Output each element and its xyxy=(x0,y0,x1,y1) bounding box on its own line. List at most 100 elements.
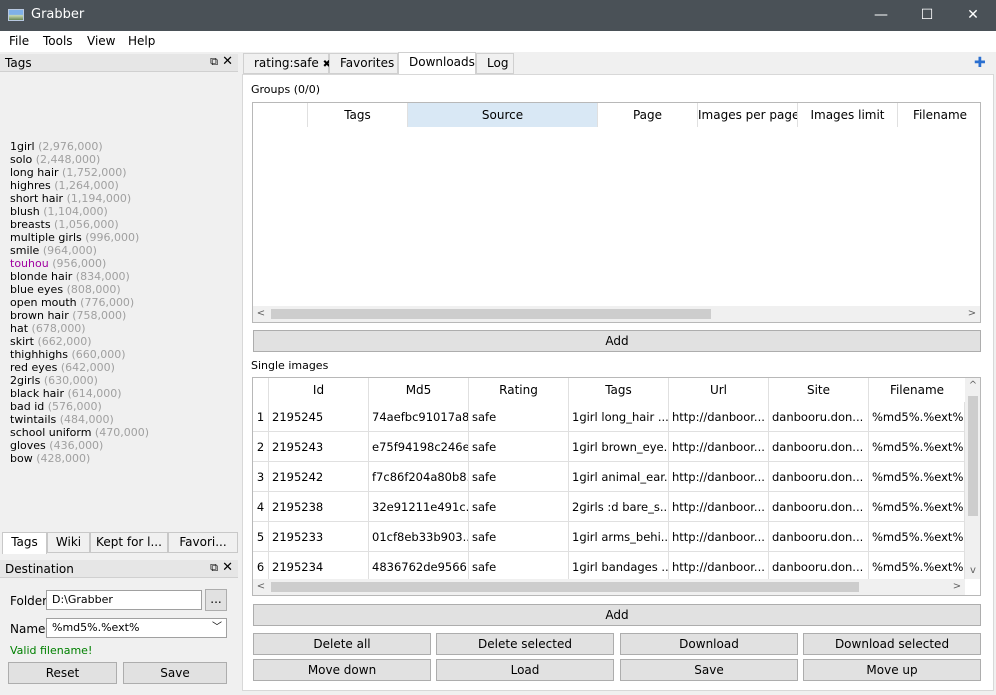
table-cell[interactable]: %md5%.%ext% xyxy=(869,522,965,552)
table-cell[interactable]: 2195242 xyxy=(269,462,369,492)
groups-col-page[interactable]: Page xyxy=(598,103,698,127)
save-destination-button[interactable]: Save xyxy=(123,662,227,684)
tag-name[interactable]: blush xyxy=(10,205,40,218)
table-cell[interactable]: danbooru.don... xyxy=(769,522,869,552)
table-cell[interactable]: danbooru.don... xyxy=(769,492,869,522)
table-cell[interactable]: 4836762de9566... xyxy=(369,552,469,582)
table-cell[interactable]: %md5%.%ext% xyxy=(869,552,965,582)
tag-item[interactable]: bow (428,000) xyxy=(10,452,238,465)
table-cell[interactable]: safe xyxy=(469,402,569,432)
maximize-button[interactable]: ☐ xyxy=(904,0,950,31)
float-icon[interactable]: ⧉ xyxy=(210,55,218,69)
table-cell[interactable]: 2195245 xyxy=(269,402,369,432)
table-cell[interactable]: e75f94198c246e... xyxy=(369,432,469,462)
single-images-table[interactable]: Id Md5 Rating Tags Url Site Filename 1 21… xyxy=(252,377,981,596)
menu-file[interactable]: File xyxy=(9,34,29,48)
groups-col-source[interactable]: Source xyxy=(408,103,598,127)
tag-name[interactable]: 2girls xyxy=(10,374,40,387)
minimize-button[interactable]: — xyxy=(858,0,904,31)
tag-name[interactable]: black hair xyxy=(10,387,64,400)
tag-name[interactable]: short hair xyxy=(10,192,63,205)
table-cell[interactable]: http://danboor... xyxy=(669,552,769,582)
table-cell[interactable]: danbooru.don... xyxy=(769,462,869,492)
table-cell[interactable]: %md5%.%ext% xyxy=(869,462,965,492)
tag-item[interactable]: blue eyes (808,000) xyxy=(10,283,238,296)
groups-col-images-limit[interactable]: Images limit xyxy=(798,103,898,127)
table-cell[interactable]: %md5%.%ext% xyxy=(869,492,965,522)
scroll-thumb[interactable] xyxy=(968,396,978,516)
tag-item[interactable]: breasts (1,056,000) xyxy=(10,218,238,231)
table-cell[interactable]: safe xyxy=(469,552,569,582)
tag-name[interactable]: bad id xyxy=(10,400,44,413)
row-number[interactable]: 6 xyxy=(253,552,269,582)
tag-item[interactable]: smile (964,000) xyxy=(10,244,238,257)
table-cell[interactable]: danbooru.don... xyxy=(769,552,869,582)
tag-name[interactable]: red eyes xyxy=(10,361,57,374)
tab-rating-safe[interactable]: rating:safe ✖ xyxy=(243,53,331,74)
row-number[interactable]: 5 xyxy=(253,522,269,552)
groups-hscrollbar[interactable]: < > xyxy=(253,306,980,322)
tag-item[interactable]: 1girl (2,976,000) xyxy=(10,140,238,153)
close-icon[interactable]: ✕ xyxy=(222,560,233,575)
tag-item[interactable]: open mouth (776,000) xyxy=(10,296,238,309)
table-cell[interactable]: http://danboor... xyxy=(669,492,769,522)
tag-name[interactable]: open mouth xyxy=(10,296,77,309)
table-cell[interactable]: 2195243 xyxy=(269,432,369,462)
table-cell[interactable]: 01cf8eb33b903... xyxy=(369,522,469,552)
table-cell[interactable]: safe xyxy=(469,462,569,492)
download-button[interactable]: Download xyxy=(620,633,798,655)
table-cell[interactable]: 2girls :d bare_s... xyxy=(569,492,669,522)
move-up-button[interactable]: Move up xyxy=(803,659,981,681)
groups-col-images-per-page[interactable]: Images per page xyxy=(698,103,798,127)
menu-tools[interactable]: Tools xyxy=(43,34,73,48)
delete-all-button[interactable]: Delete all xyxy=(253,633,431,655)
download-selected-button[interactable]: Download selected xyxy=(803,633,981,655)
scroll-left-icon[interactable]: < xyxy=(253,579,269,595)
tag-item[interactable]: skirt (662,000) xyxy=(10,335,238,348)
tab-downloads[interactable]: Downloads xyxy=(398,52,476,74)
table-cell[interactable]: http://danboor... xyxy=(669,402,769,432)
tag-item[interactable]: blush (1,104,000) xyxy=(10,205,238,218)
table-cell[interactable]: 74aefbc91017a8... xyxy=(369,402,469,432)
single-vscrollbar[interactable]: ^ v xyxy=(965,378,980,579)
add-single-button[interactable]: Add xyxy=(253,604,981,626)
tag-name[interactable]: brown hair xyxy=(10,309,69,322)
tag-name[interactable]: touhou xyxy=(10,257,49,270)
add-tab-icon[interactable]: ✚ xyxy=(974,55,986,71)
save-button[interactable]: Save xyxy=(620,659,798,681)
tab-favorites[interactable]: Favorites xyxy=(329,53,398,74)
scroll-down-icon[interactable]: v xyxy=(965,563,980,579)
tag-item[interactable]: gloves (436,000) xyxy=(10,439,238,452)
scroll-thumb[interactable] xyxy=(271,582,859,592)
tag-item[interactable]: long hair (1,752,000) xyxy=(10,166,238,179)
tag-name[interactable]: twintails xyxy=(10,413,56,426)
menu-view[interactable]: View xyxy=(87,34,115,48)
folder-input[interactable]: D:\Grabber xyxy=(46,590,202,610)
tag-item[interactable]: touhou (956,000) xyxy=(10,257,238,270)
tag-item[interactable]: thighhighs (660,000) xyxy=(10,348,238,361)
table-cell[interactable]: f7c86f204a80b8... xyxy=(369,462,469,492)
tag-item[interactable]: red eyes (642,000) xyxy=(10,361,238,374)
tab-favorites-dock[interactable]: Favori... xyxy=(168,532,238,553)
row-number[interactable]: 3 xyxy=(253,462,269,492)
groups-col-tags[interactable]: Tags xyxy=(308,103,408,127)
tag-name[interactable]: bow xyxy=(10,452,33,465)
table-cell[interactable]: 1girl arms_behi... xyxy=(569,522,669,552)
row-number[interactable]: 1 xyxy=(253,402,269,432)
tag-item[interactable]: highres (1,264,000) xyxy=(10,179,238,192)
table-cell[interactable]: 1girl bandages ... xyxy=(569,552,669,582)
tag-item[interactable]: hat (678,000) xyxy=(10,322,238,335)
row-number[interactable]: 4 xyxy=(253,492,269,522)
tag-item[interactable]: short hair (1,194,000) xyxy=(10,192,238,205)
tag-name[interactable]: highres xyxy=(10,179,51,192)
tag-name[interactable]: solo xyxy=(10,153,32,166)
table-cell[interactable]: 1girl animal_ear... xyxy=(569,462,669,492)
groups-col-filename[interactable]: Filename xyxy=(898,103,980,127)
menu-help[interactable]: Help xyxy=(128,34,155,48)
table-cell[interactable]: 2195233 xyxy=(269,522,369,552)
tag-item[interactable]: solo (2,448,000) xyxy=(10,153,238,166)
tag-name[interactable]: gloves xyxy=(10,439,46,452)
tag-item[interactable]: 2girls (630,000) xyxy=(10,374,238,387)
table-cell[interactable]: 1girl brown_eye... xyxy=(569,432,669,462)
groups-table[interactable]: Tags Source Page Images per page Images … xyxy=(252,102,981,323)
